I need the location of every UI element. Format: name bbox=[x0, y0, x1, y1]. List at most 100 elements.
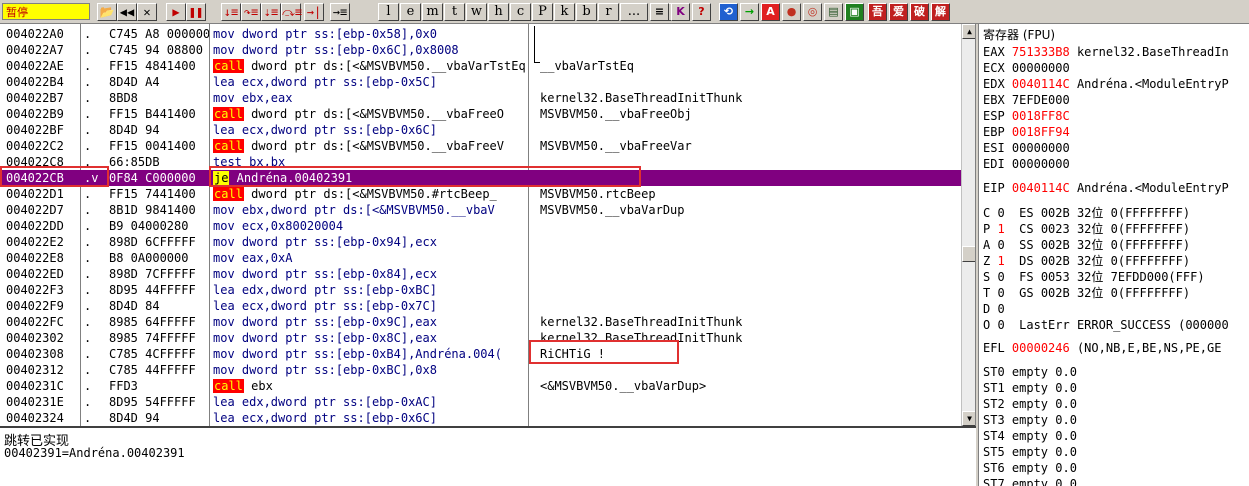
flag-value[interactable]: 0 bbox=[997, 302, 1004, 316]
toolbar-letter-P[interactable]: P bbox=[532, 3, 553, 21]
disasm-row[interactable]: 00402324. 8D4D 94 lea ecx,dword ptr ss:[eb… bbox=[0, 410, 961, 426]
register-row-ebp[interactable]: EBP 0018FF94 bbox=[983, 124, 1077, 140]
disasm-row[interactable]: 004022C2. FF15 0041400 call dword ptr ds:[… bbox=[0, 138, 961, 154]
list-icon[interactable]: ≡ bbox=[650, 3, 669, 21]
disassembly-scrollbar[interactable]: ▲ ▼ bbox=[961, 24, 975, 426]
register-row-esi[interactable]: ESI 00000000 bbox=[983, 140, 1077, 156]
register-value[interactable]: 0040114C bbox=[1012, 181, 1070, 195]
toolbar-letter-w[interactable]: w bbox=[466, 3, 487, 21]
jie-icon[interactable]: 解 bbox=[931, 3, 950, 21]
disasm-row[interactable]: 00402312. C785 44FFFFF mov dword ptr ss:[e… bbox=[0, 362, 961, 378]
register-value[interactable]: 0018FF8C bbox=[1012, 109, 1070, 123]
toolbar-letter-dotsdotsdots[interactable]: ... bbox=[620, 3, 648, 21]
disasm-row[interactable]: 004022E2. 898D 6CFFFFF mov dword ptr ss:[e… bbox=[0, 234, 961, 250]
register-row-ecx[interactable]: ECX 00000000 bbox=[983, 60, 1077, 76]
disasm-row[interactable]: 0040231E. 8D95 54FFFFF lea edx,dword ptr s… bbox=[0, 394, 961, 410]
toolbar-letter-b[interactable]: b bbox=[576, 3, 597, 21]
disasm-row[interactable]: 004022E8. B8 0A000000 mov eax,0xA bbox=[0, 250, 961, 266]
flag-row-p[interactable]: P 1 CS 0023 32位 0(FFFFFFFF) bbox=[983, 221, 1190, 237]
disasm-row[interactable]: 004022D7. 8B1D 9841400 mov ebx,dword ptr d… bbox=[0, 202, 961, 218]
register-row-eip[interactable]: EIP 0040114C Andréna.<ModuleEntryP bbox=[983, 180, 1229, 196]
calls-icon[interactable]: K bbox=[671, 3, 690, 21]
disasm-row[interactable]: 00402302. 8985 74FFFFF mov dword ptr ss:[e… bbox=[0, 330, 961, 346]
disasm-row[interactable]: 004022ED. 898D 7CFFFFF mov dword ptr ss:[e… bbox=[0, 266, 961, 282]
flag-value[interactable]: 0 bbox=[997, 206, 1004, 220]
flag-row-c[interactable]: C 0 ES 002B 32位 0(FFFFFFFF) bbox=[983, 205, 1190, 221]
disasm-row[interactable]: 004022B7. 8BD8 mov ebx,eax kernel32.BaseThr… bbox=[0, 90, 961, 106]
record-icon[interactable]: ● bbox=[782, 3, 801, 21]
restart-icon[interactable]: ◀◀ bbox=[117, 3, 137, 21]
trace-into-icon[interactable]: ⇣≡ bbox=[261, 3, 281, 21]
flag-row-s[interactable]: S 0 FS 0053 32位 7EFDD000(FFF) bbox=[983, 269, 1205, 285]
register-value[interactable]: 0018FF94 bbox=[1012, 125, 1070, 139]
flag-row-d[interactable]: D 0 bbox=[983, 301, 1019, 317]
disasm-row[interactable]: 00402308. C785 4CFFFFF mov dword ptr ss:[e… bbox=[0, 346, 961, 362]
pause-icon[interactable]: ❚❚ bbox=[186, 3, 206, 21]
disasm-row[interactable]: 004022B4. 8D4D A4 lea ecx,dword ptr ss:[eb… bbox=[0, 74, 961, 90]
disasm-row[interactable]: 0040231C. FFD3 call ebx <&MSVBVM50.__vbaVar… bbox=[0, 378, 961, 394]
font-icon[interactable]: A bbox=[761, 3, 780, 21]
disasm-row[interactable]: 004022A0. C745 A8 000000 mov dword ptr ss:… bbox=[0, 26, 961, 42]
flag-value[interactable]: 0 bbox=[997, 286, 1004, 300]
scroll-up-icon[interactable]: ▲ bbox=[962, 24, 975, 39]
flag-value[interactable]: 0 bbox=[997, 318, 1004, 332]
toolbar-letter-h[interactable]: h bbox=[488, 3, 509, 21]
disasm-row[interactable]: 004022A7. C745 94 08800 mov dword ptr ss:[… bbox=[0, 42, 961, 58]
toolbar-letter-c[interactable]: c bbox=[510, 3, 531, 21]
open-icon[interactable]: 📂 bbox=[97, 3, 117, 21]
toolbar-letter-m[interactable]: m bbox=[422, 3, 443, 21]
disasm-row[interactable]: 004022DD. B9 04000280 mov ecx,0x80020004 bbox=[0, 218, 961, 234]
register-row-edi[interactable]: EDI 00000000 bbox=[983, 156, 1077, 172]
register-row-eax[interactable]: EAX 751333B8 kernel32.BaseThreadIn bbox=[983, 44, 1229, 60]
toolbar-letter-t[interactable]: t bbox=[444, 3, 465, 21]
register-value[interactable]: 00000246 bbox=[1012, 341, 1070, 355]
register-value[interactable]: 00000000 bbox=[1012, 157, 1070, 171]
disasm-row[interactable]: 004022BF. 8D4D 94 lea ecx,dword ptr ss:[eb… bbox=[0, 122, 961, 138]
step-into-icon[interactable]: ↓≡ bbox=[221, 3, 241, 21]
registers-pane[interactable]: 寄存器 (FPU) EAX 751333B8 kernel32.BaseThre… bbox=[978, 24, 1249, 486]
flag-row-t[interactable]: T 0 GS 002B 32位 0(FFFFFFFF) bbox=[983, 285, 1190, 301]
ai-icon[interactable]: 爱 bbox=[889, 3, 908, 21]
disasm-row[interactable]: 004022AE. FF15 4841400 call dword ptr ds:[… bbox=[0, 58, 961, 74]
register-row-efl[interactable]: EFL 00000246 (NO,NB,E,BE,NS,PE,GE bbox=[983, 340, 1221, 356]
trace-over-icon[interactable]: ⤼≡ bbox=[281, 3, 302, 21]
flag-row-o[interactable]: O 0 LastErr ERROR_SUCCESS (000000 bbox=[983, 317, 1229, 333]
execute-till-return-icon[interactable]: →| bbox=[304, 3, 324, 21]
register-row-edx[interactable]: EDX 0040114C Andréna.<ModuleEntryP bbox=[983, 76, 1229, 92]
register-row-ebx[interactable]: EBX 7EFDE000 bbox=[983, 92, 1077, 108]
flag-row-a[interactable]: A 0 SS 002B 32位 0(FFFFFFFF) bbox=[983, 237, 1190, 253]
register-row-esp[interactable]: ESP 0018FF8C bbox=[983, 108, 1077, 124]
toolbar-letter-k[interactable]: k bbox=[554, 3, 575, 21]
flag-value[interactable]: 1 bbox=[997, 222, 1004, 236]
disasm-row[interactable]: 004022D1. FF15 7441400 call dword ptr ds:[… bbox=[0, 186, 961, 202]
disasm-row[interactable]: 004022B9. FF15 B441400 call dword ptr ds:[… bbox=[0, 106, 961, 122]
register-value[interactable]: 751333B8 bbox=[1012, 45, 1070, 59]
disasm-row[interactable]: 004022FC. 8985 64FFFFF mov dword ptr ss:[e… bbox=[0, 314, 961, 330]
disasm-row[interactable]: 004022F3. 8D95 44FFFFF lea edx,dword ptr s… bbox=[0, 282, 961, 298]
refresh-icon[interactable]: ⟲ bbox=[719, 3, 738, 21]
register-value[interactable]: 7EFDE000 bbox=[1012, 93, 1070, 107]
toolbar-letter-l[interactable]: l bbox=[378, 3, 399, 21]
register-value[interactable]: 0040114C bbox=[1012, 77, 1070, 91]
goto-icon[interactable]: →≡ bbox=[330, 3, 350, 21]
flag-value[interactable]: 0 bbox=[997, 238, 1004, 252]
register-value[interactable]: 00000000 bbox=[1012, 61, 1070, 75]
target-icon[interactable]: ◎ bbox=[803, 3, 822, 21]
flag-row-z[interactable]: Z 1 DS 002B 32位 0(FFFFFFFF) bbox=[983, 253, 1190, 269]
help-icon[interactable]: ? bbox=[692, 3, 711, 21]
run-icon[interactable]: ▶ bbox=[166, 3, 186, 21]
disassembly-pane[interactable]: 004022A0. C745 A8 000000 mov dword ptr ss:… bbox=[0, 24, 976, 426]
disasm-row[interactable]: 004022F9. 8D4D 84 lea ecx,dword ptr ss:[eb… bbox=[0, 298, 961, 314]
memory-icon[interactable]: ▤ bbox=[824, 3, 843, 21]
close-icon[interactable]: ✕ bbox=[137, 3, 157, 21]
flag-value[interactable]: 1 bbox=[997, 254, 1004, 268]
flag-value[interactable]: 0 bbox=[997, 270, 1004, 284]
po-icon[interactable]: 破 bbox=[910, 3, 929, 21]
toolbar-letter-e[interactable]: e bbox=[400, 3, 421, 21]
arrow-icon[interactable]: → bbox=[740, 3, 759, 21]
step-over-icon[interactable]: ↷≡ bbox=[241, 3, 261, 21]
register-value[interactable]: 00000000 bbox=[1012, 141, 1070, 155]
scroll-thumb[interactable] bbox=[962, 246, 975, 262]
window-icon[interactable]: ▣ bbox=[845, 3, 864, 21]
scroll-down-icon[interactable]: ▼ bbox=[962, 411, 975, 426]
